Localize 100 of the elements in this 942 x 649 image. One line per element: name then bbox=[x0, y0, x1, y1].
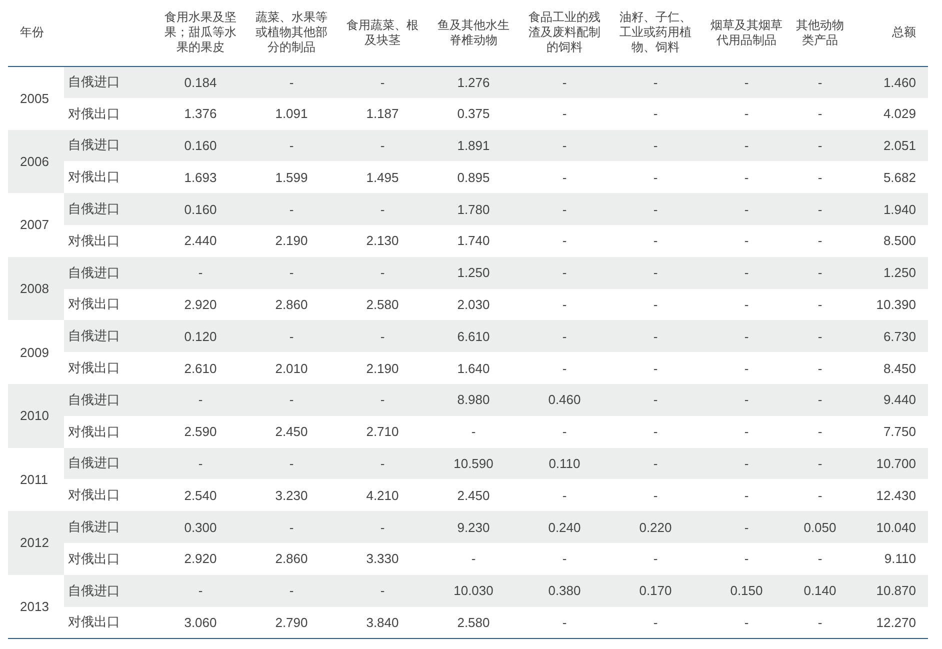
table-cell: - bbox=[701, 98, 792, 130]
table-cell: 0.160 bbox=[155, 193, 246, 225]
table-cell: 10.030 bbox=[428, 574, 519, 607]
table-cell: 6.730 bbox=[848, 320, 928, 352]
table-cell: 0.895 bbox=[428, 161, 519, 194]
table-cell: - bbox=[337, 66, 428, 98]
table-cell: - bbox=[246, 256, 337, 289]
flow-cell: 自俄进口 bbox=[64, 256, 155, 289]
table-cell: 0.150 bbox=[701, 574, 792, 607]
table-cell: - bbox=[610, 288, 701, 320]
table-cell: - bbox=[428, 416, 519, 448]
year-cell: 2010 bbox=[8, 384, 64, 448]
table-cell: 2.450 bbox=[246, 416, 337, 448]
table-cell: - bbox=[155, 574, 246, 607]
table-cell: 7.750 bbox=[848, 416, 928, 448]
table-cell: 0.050 bbox=[792, 511, 848, 543]
table-cell: - bbox=[246, 448, 337, 480]
table-cell: - bbox=[246, 130, 337, 162]
table-cell: - bbox=[155, 448, 246, 480]
table-cell: 1.940 bbox=[848, 193, 928, 225]
table-cell: - bbox=[519, 130, 610, 162]
table-cell: 2.450 bbox=[428, 479, 519, 512]
table-cell: - bbox=[519, 193, 610, 225]
table-cell: 2.010 bbox=[246, 352, 337, 384]
table-cell: 2.190 bbox=[337, 352, 428, 384]
table-cell: - bbox=[701, 288, 792, 320]
table-cell: - bbox=[519, 479, 610, 512]
table-cell: 6.610 bbox=[428, 320, 519, 352]
table-cell: - bbox=[792, 320, 848, 352]
table-cell: - bbox=[519, 224, 610, 257]
table-cell: - bbox=[792, 288, 848, 320]
table-cell: - bbox=[246, 511, 337, 543]
table-cell: - bbox=[701, 416, 792, 448]
table-cell: 2.440 bbox=[155, 224, 246, 257]
table-cell: - bbox=[701, 479, 792, 512]
table-cell: 1.460 bbox=[848, 66, 928, 98]
year-cell: 2013 bbox=[8, 574, 64, 638]
table-cell: 2.710 bbox=[337, 416, 428, 448]
table-cell: 2.920 bbox=[155, 288, 246, 320]
table-cell: - bbox=[337, 193, 428, 225]
table-cell: - bbox=[792, 479, 848, 512]
flow-cell: 自俄进口 bbox=[64, 511, 155, 543]
column-header: 总额 bbox=[848, 0, 928, 66]
table-cell: - bbox=[610, 161, 701, 194]
table-cell: - bbox=[519, 66, 610, 98]
table-cell: - bbox=[701, 320, 792, 352]
table-cell: - bbox=[610, 224, 701, 257]
flow-cell: 自俄进口 bbox=[64, 448, 155, 480]
table-cell: 3.330 bbox=[337, 542, 428, 575]
column-header: 年份 bbox=[8, 0, 155, 66]
flow-cell: 对俄出口 bbox=[64, 288, 155, 320]
table-cell: 0.375 bbox=[428, 98, 519, 130]
table-cell: 1.276 bbox=[428, 66, 519, 98]
table-cell: 1.891 bbox=[428, 130, 519, 162]
table-cell: 2.580 bbox=[337, 288, 428, 320]
table-cell: - bbox=[337, 384, 428, 416]
table-cell: 2.540 bbox=[155, 479, 246, 512]
table-cell: 9.440 bbox=[848, 384, 928, 416]
table-cell: 1.740 bbox=[428, 224, 519, 257]
table-cell: 3.840 bbox=[337, 606, 428, 638]
table-cell: - bbox=[155, 256, 246, 289]
table-cell: 9.110 bbox=[848, 542, 928, 575]
table-cell: 12.270 bbox=[848, 606, 928, 638]
table-cell: 1.091 bbox=[246, 98, 337, 130]
table-cell: - bbox=[519, 320, 610, 352]
table-cell: 1.187 bbox=[337, 98, 428, 130]
column-header: 鱼及其他水生脊椎动物 bbox=[428, 0, 519, 66]
table-cell: - bbox=[337, 320, 428, 352]
table-cell: - bbox=[701, 66, 792, 98]
table-cell: - bbox=[246, 574, 337, 607]
table-cell: 1.599 bbox=[246, 161, 337, 194]
table-cell: 1.250 bbox=[848, 256, 928, 289]
table-cell: - bbox=[519, 288, 610, 320]
table-cell: - bbox=[701, 542, 792, 575]
table-cell: - bbox=[519, 542, 610, 575]
table-cell: - bbox=[610, 416, 701, 448]
flow-cell: 自俄进口 bbox=[64, 66, 155, 98]
table-cell: 10.040 bbox=[848, 511, 928, 543]
table-cell: - bbox=[792, 256, 848, 289]
table-cell: - bbox=[519, 606, 610, 638]
table-cell: 2.790 bbox=[246, 606, 337, 638]
year-cell: 2007 bbox=[8, 193, 64, 257]
table-cell: 8.500 bbox=[848, 224, 928, 257]
table-cell: - bbox=[337, 574, 428, 607]
table-cell: - bbox=[155, 384, 246, 416]
table-cell: - bbox=[610, 193, 701, 225]
table-cell: - bbox=[610, 479, 701, 512]
table-cell: 0.120 bbox=[155, 320, 246, 352]
table-cell: - bbox=[610, 384, 701, 416]
table-cell: 0.240 bbox=[519, 511, 610, 543]
table-cell: - bbox=[610, 320, 701, 352]
table-cell: 0.220 bbox=[610, 511, 701, 543]
column-header: 其他动物类产品 bbox=[792, 0, 848, 66]
table-cell: 1.250 bbox=[428, 256, 519, 289]
table-cell: 10.590 bbox=[428, 448, 519, 480]
table-cell: 4.029 bbox=[848, 98, 928, 130]
table-cell: - bbox=[701, 511, 792, 543]
table-cell: - bbox=[792, 224, 848, 257]
table-cell: - bbox=[701, 130, 792, 162]
table-cell: - bbox=[701, 161, 792, 194]
